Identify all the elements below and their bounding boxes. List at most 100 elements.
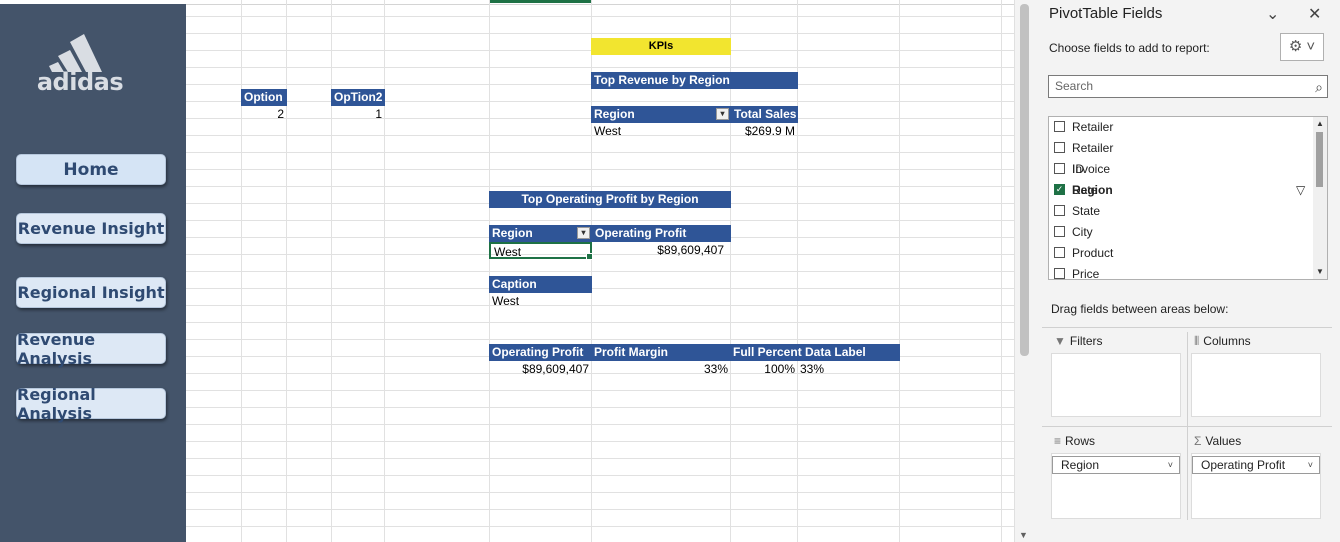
rows-icon: ≡ [1054,434,1062,448]
scroll-down-icon[interactable]: ▼ [1316,267,1324,276]
field-checkbox[interactable] [1054,226,1065,237]
gridline [489,0,490,542]
summary-full-percent[interactable]: 100% [730,361,798,378]
field-label: Product [1072,246,1114,260]
option2-header[interactable]: OpTion2 [331,89,385,106]
field-label: State [1072,204,1101,218]
field-list-thumb[interactable] [1316,132,1323,187]
field-checkbox[interactable] [1054,268,1065,279]
field-list[interactable]: Retailer Retailer ID Invoice Date ✓ Regi… [1048,116,1328,280]
pane-title: PivotTable Fields [1049,5,1163,22]
option-value[interactable]: 2 [241,106,287,123]
values-area-label: Σ Values [1194,434,1241,448]
adidas-stripes-icon [49,34,102,72]
rows-field-label: Region [1061,458,1100,472]
summary-data-label[interactable]: 33% [797,361,899,378]
gridline [241,0,242,542]
spreadsheet-grid[interactable]: Option 2 OpTion2 1 KPIs Top Revenue by R… [0,0,1014,542]
search-placeholder: Search [1055,79,1094,93]
divider [1042,426,1332,427]
choose-fields-label: Choose fields to add to report: [1049,41,1210,55]
chevron-down-icon: ˅ [1167,460,1173,470]
summary-label-header[interactable]: Full Percent Data Label [730,344,900,361]
search-icon: ⌕ [1315,79,1323,95]
rows-field-dropdown[interactable]: Region ˅ [1052,456,1180,474]
values-label: Values [1205,434,1242,448]
regional-analysis-button[interactable]: Regional Analysis [16,385,166,423]
summary-profit-header[interactable]: Operating Profit [489,344,592,361]
gridline [1001,0,1002,542]
summary-profit[interactable]: $89,609,407 [489,361,592,378]
sigma-icon: Σ [1194,434,1202,448]
field-label: City [1072,225,1093,239]
field-checkbox[interactable] [1054,121,1065,132]
gridline [286,0,287,542]
top-profit-region-header-label: Region [492,226,533,240]
scroll-thumb[interactable] [1020,4,1029,356]
pivottable-fields-pane: PivotTable Fields ⌄ ✕ Choose fields to a… [1034,0,1340,542]
top-profit-title[interactable]: Top Operating Profit by Region [489,191,731,208]
checked-checkbox[interactable]: ✓ [1054,184,1065,195]
field-checkbox[interactable] [1054,142,1065,153]
rows-label: Rows [1065,434,1096,448]
regional-insight-button[interactable]: Regional Insight [16,277,166,308]
filters-drop-area[interactable] [1051,353,1181,417]
active-column-marker [490,0,591,3]
rows-area-label: ≡ Rows [1054,434,1095,448]
scroll-down-icon[interactable]: ▼ [1019,530,1028,540]
caption-header[interactable]: Caption [489,276,592,293]
top-revenue-region[interactable]: West [591,123,731,140]
field-item-region[interactable]: ✓ Region ▽ [1049,180,1311,201]
gridline [384,0,385,542]
revenue-analysis-button[interactable]: Revenue Analysis [16,330,166,368]
close-icon[interactable]: ✕ [1308,4,1321,24]
columns-icon: ⦀ [1194,334,1200,348]
dashboard-sidebar: adidas Home Revenue Insight Regional Ins… [0,4,186,542]
gridline [331,0,332,542]
columns-drop-area[interactable] [1191,353,1321,417]
summary-margin[interactable]: 33% [591,361,731,378]
top-profit-profit-header[interactable]: Operating Profit [592,225,731,242]
field-checkbox[interactable] [1054,205,1065,216]
filter-icon[interactable]: ▽ [1296,180,1305,201]
summary-margin-header[interactable]: Profit Margin [591,344,731,361]
top-revenue-region-header[interactable]: Region ▾ [591,106,731,123]
top-profit-value[interactable]: $89,609,407 [592,242,727,259]
selected-cell[interactable]: West [489,242,593,260]
top-profit-region-header[interactable]: Region ▾ [489,225,592,242]
divider [1042,327,1332,328]
option2-value[interactable]: 1 [331,106,385,123]
columns-area-label: ⦀ Columns [1194,334,1251,349]
filter-icon: ▼ [1054,334,1066,348]
top-revenue-total[interactable]: $269.9 M [731,123,798,140]
kpis-label[interactable]: KPIs [591,38,731,55]
option-header[interactable]: Option [241,89,287,106]
home-button[interactable]: Home [16,154,166,185]
field-list-scrollbar[interactable]: ▲ ▼ [1313,117,1327,279]
values-field-dropdown[interactable]: Operating Profit ˅ [1192,456,1320,474]
field-checkbox[interactable] [1054,163,1065,174]
chevron-down-icon: ˅ [1307,460,1313,470]
field-label: Price per Unit [1072,267,1100,280]
sort-filter-icon[interactable]: ▾ [577,227,590,239]
drag-fields-label: Drag fields between areas below: [1051,302,1229,316]
sheet-vertical-scrollbar[interactable]: ▼ [1014,0,1034,542]
top-revenue-title[interactable]: Top Revenue by Region [591,72,798,89]
filters-label: Filters [1069,334,1103,348]
scroll-up-icon[interactable]: ▲ [1316,119,1324,128]
columns-label: Columns [1203,334,1251,348]
gridline [899,0,900,542]
brand-name: adidas [36,68,124,96]
top-revenue-total-header[interactable]: Total Sales [731,106,798,123]
field-checkbox[interactable] [1054,247,1065,258]
values-field-label: Operating Profit [1201,458,1286,472]
filter-dropdown-icon[interactable]: ▾ [716,108,729,120]
adidas-logo: adidas [34,32,126,96]
chevron-down-icon[interactable]: ⌄ [1266,4,1279,24]
filters-area-label: ▼ Filters [1054,334,1103,348]
gear-icon[interactable]: ⚙ ˅ [1280,33,1324,61]
field-label: Region [1072,183,1113,197]
field-search-input[interactable]: Search ⌕ [1048,75,1328,98]
revenue-insight-button[interactable]: Revenue Insight [16,213,166,244]
caption-value[interactable]: West [489,293,592,310]
